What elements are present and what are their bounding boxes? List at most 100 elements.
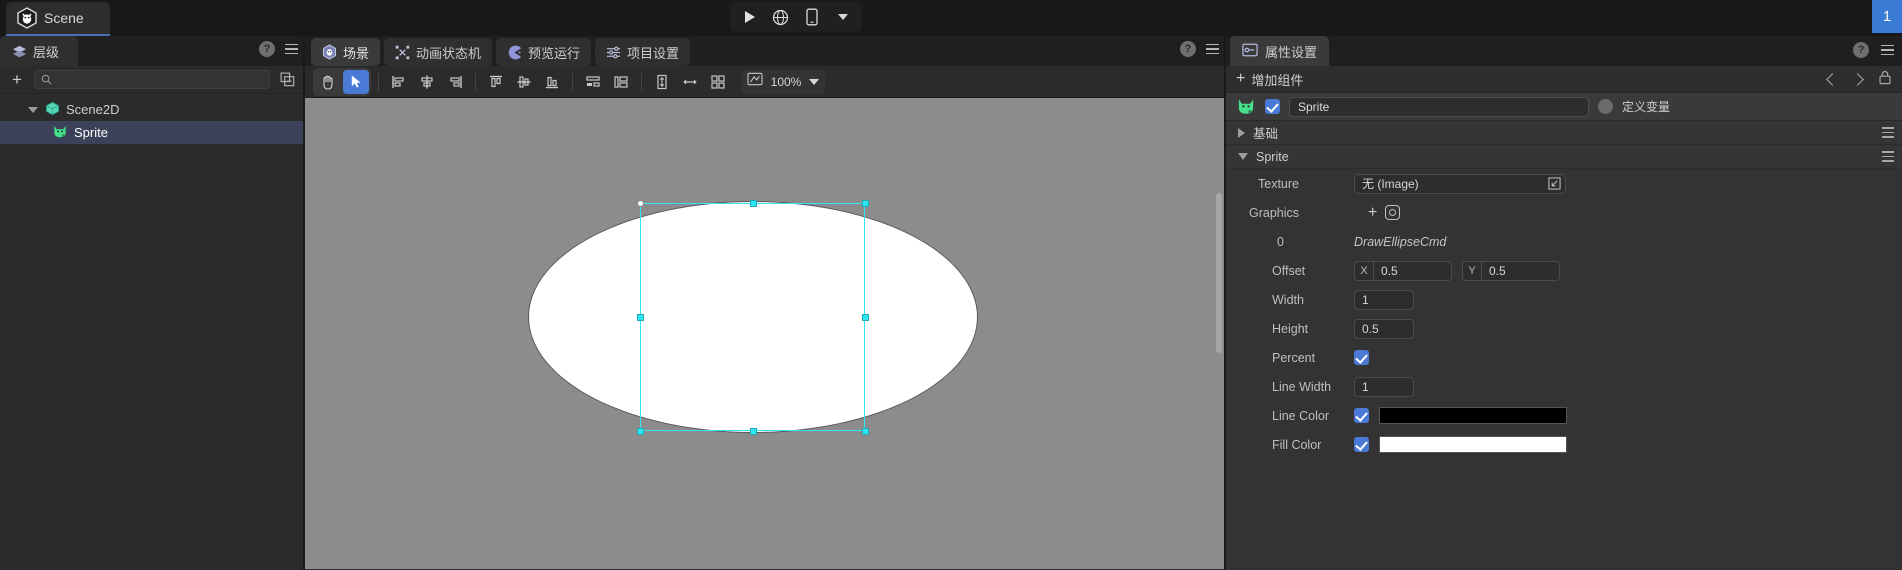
hamburger-icon[interactable] — [1882, 127, 1894, 138]
browser-preview-button[interactable] — [767, 5, 795, 29]
toolbar-separator — [475, 72, 476, 91]
search-input[interactable] — [57, 73, 263, 86]
chevron-right-icon[interactable] — [1238, 127, 1245, 138]
lock-icon[interactable] — [1878, 70, 1892, 88]
app-logo-icon — [17, 7, 37, 29]
hand-tool-button[interactable] — [315, 70, 341, 94]
tab-scene[interactable]: 场景 — [311, 38, 381, 66]
align-right-button[interactable] — [442, 70, 468, 94]
align-top-button[interactable] — [483, 70, 509, 94]
width-input[interactable]: 1 — [1354, 289, 1414, 310]
chevron-down-icon[interactable] — [809, 78, 819, 85]
add-component-row[interactable]: + 增加组件 — [1226, 66, 1902, 93]
window-tab-scene[interactable]: Scene — [6, 2, 110, 36]
offset-label: Offset — [1272, 263, 1306, 278]
picker-icon[interactable] — [1548, 177, 1561, 190]
top-bar: Scene 1 — [0, 0, 1902, 36]
notification-badge[interactable]: 1 — [1872, 0, 1902, 33]
properties-panel: 属性设置 ? + 增加组件 Sprite 定义变量 基础 Sprite Text… — [1226, 36, 1902, 570]
offset-x-field[interactable]: X 0.5 — [1354, 260, 1452, 281]
search-input-wrapper[interactable] — [34, 70, 270, 89]
tab-hierarchy[interactable]: 层级 — [0, 36, 78, 66]
target-icon[interactable] — [1385, 205, 1401, 220]
help-icon[interactable]: ? — [259, 41, 275, 57]
duplicate-icon[interactable] — [278, 71, 296, 89]
align-center-horizontal-button[interactable] — [414, 70, 440, 94]
tab-preview-run[interactable]: 预览运行 — [496, 38, 592, 66]
align-left-button[interactable] — [386, 70, 412, 94]
align-bottom-button[interactable] — [539, 70, 565, 94]
chevron-left-icon[interactable] — [1826, 72, 1839, 86]
toolbar-separator — [572, 72, 573, 91]
texture-field[interactable]: 无 (Image) — [1354, 173, 1566, 194]
fill-color-checkbox[interactable] — [1354, 437, 1369, 452]
help-icon[interactable]: ? — [1853, 42, 1869, 58]
chevron-right-icon[interactable] — [1851, 72, 1864, 86]
pivot-handle[interactable] — [637, 200, 644, 207]
tab-properties-label: 属性设置 — [1265, 44, 1318, 60]
resize-handle-bottom-left[interactable] — [637, 428, 644, 435]
line-color-checkbox[interactable] — [1354, 408, 1369, 423]
tab-properties[interactable]: 属性设置 — [1230, 36, 1330, 66]
add-component-label: 增加组件 — [1251, 72, 1304, 88]
canvas-vertical-scrollbar[interactable] — [1216, 193, 1222, 353]
playback-dropdown-button[interactable] — [829, 5, 857, 29]
window-tab-label: Scene — [44, 10, 84, 26]
select-tool-button[interactable] — [343, 69, 369, 94]
distribute-vertical-button[interactable] — [608, 70, 634, 94]
add-node-button[interactable]: + — [8, 71, 26, 89]
plus-icon[interactable]: + — [1368, 204, 1377, 221]
device-preview-button[interactable] — [798, 5, 826, 29]
graphics-label: Graphics — [1249, 205, 1300, 220]
chevron-down-icon[interactable] — [1238, 153, 1248, 160]
stretch-horizontal-button[interactable] — [677, 70, 703, 94]
tree-node-scene2d[interactable]: Scene2D — [0, 98, 304, 121]
scene-canvas[interactable] — [305, 98, 1225, 569]
line-width-input[interactable]: 1 — [1354, 376, 1414, 397]
graphics-item-type: DrawEllipseCmd — [1354, 234, 1447, 249]
graphics-item-index: 0 — [1277, 234, 1284, 249]
hamburger-icon[interactable] — [1882, 151, 1894, 162]
scene-toolbar: 100% — [305, 66, 1225, 98]
distribute-horizontal-button[interactable] — [580, 70, 606, 94]
resize-handle-middle-right[interactable] — [862, 314, 869, 321]
zoom-fit-icon[interactable] — [747, 72, 763, 91]
playback-controls — [730, 2, 862, 32]
grid-button[interactable] — [705, 70, 731, 94]
component-enabled-checkbox[interactable] — [1265, 99, 1280, 114]
align-center-horizontal-icon — [421, 75, 433, 88]
component-name-input[interactable]: Sprite — [1289, 96, 1589, 117]
graphics-label-wrap[interactable]: Graphics — [1234, 206, 1354, 220]
resize-handle-top-center[interactable] — [750, 200, 757, 207]
line-color-swatch[interactable] — [1379, 407, 1567, 424]
height-input[interactable]: 0.5 — [1354, 318, 1414, 339]
resize-handle-middle-left[interactable] — [637, 314, 644, 321]
align-middle-vertical-button[interactable] — [511, 70, 537, 94]
offset-y-field[interactable]: Y 0.5 — [1462, 260, 1560, 281]
scene-tab-row: 场景 动画状态机 预览运行 项目设置 ? — [305, 36, 1225, 66]
section-header-sprite[interactable]: Sprite — [1226, 145, 1902, 169]
section-header-basics[interactable]: 基础 — [1226, 121, 1902, 145]
resize-handle-top-right[interactable] — [862, 200, 869, 207]
hamburger-icon[interactable] — [1206, 43, 1219, 55]
percent-checkbox[interactable] — [1354, 350, 1369, 365]
tab-animation-state-machine[interactable]: 动画状态机 — [384, 38, 493, 66]
graphics-item-wrap[interactable]: 0 — [1234, 235, 1354, 249]
tab-project-settings[interactable]: 项目设置 — [595, 38, 691, 66]
define-variable-checkbox[interactable] — [1598, 99, 1613, 114]
resize-handle-bottom-right[interactable] — [862, 428, 869, 435]
align-top-icon — [490, 75, 502, 87]
play-button[interactable] — [736, 5, 764, 29]
fill-color-swatch[interactable] — [1379, 436, 1567, 453]
chevron-down-icon[interactable] — [28, 106, 38, 113]
hamburger-icon[interactable] — [1881, 44, 1894, 56]
tree-node-sprite[interactable]: Sprite — [0, 121, 304, 144]
property-row-offset: Offset X 0.5 Y 0.5 — [1226, 256, 1902, 285]
offset-x-tag: X — [1355, 261, 1374, 280]
hamburger-icon[interactable] — [285, 43, 298, 55]
layers-icon — [12, 44, 27, 59]
stretch-vertical-button[interactable] — [649, 70, 675, 94]
resize-handle-bottom-center[interactable] — [750, 428, 757, 435]
zoom-control[interactable]: 100% — [741, 69, 825, 94]
help-icon[interactable]: ? — [1180, 41, 1196, 57]
